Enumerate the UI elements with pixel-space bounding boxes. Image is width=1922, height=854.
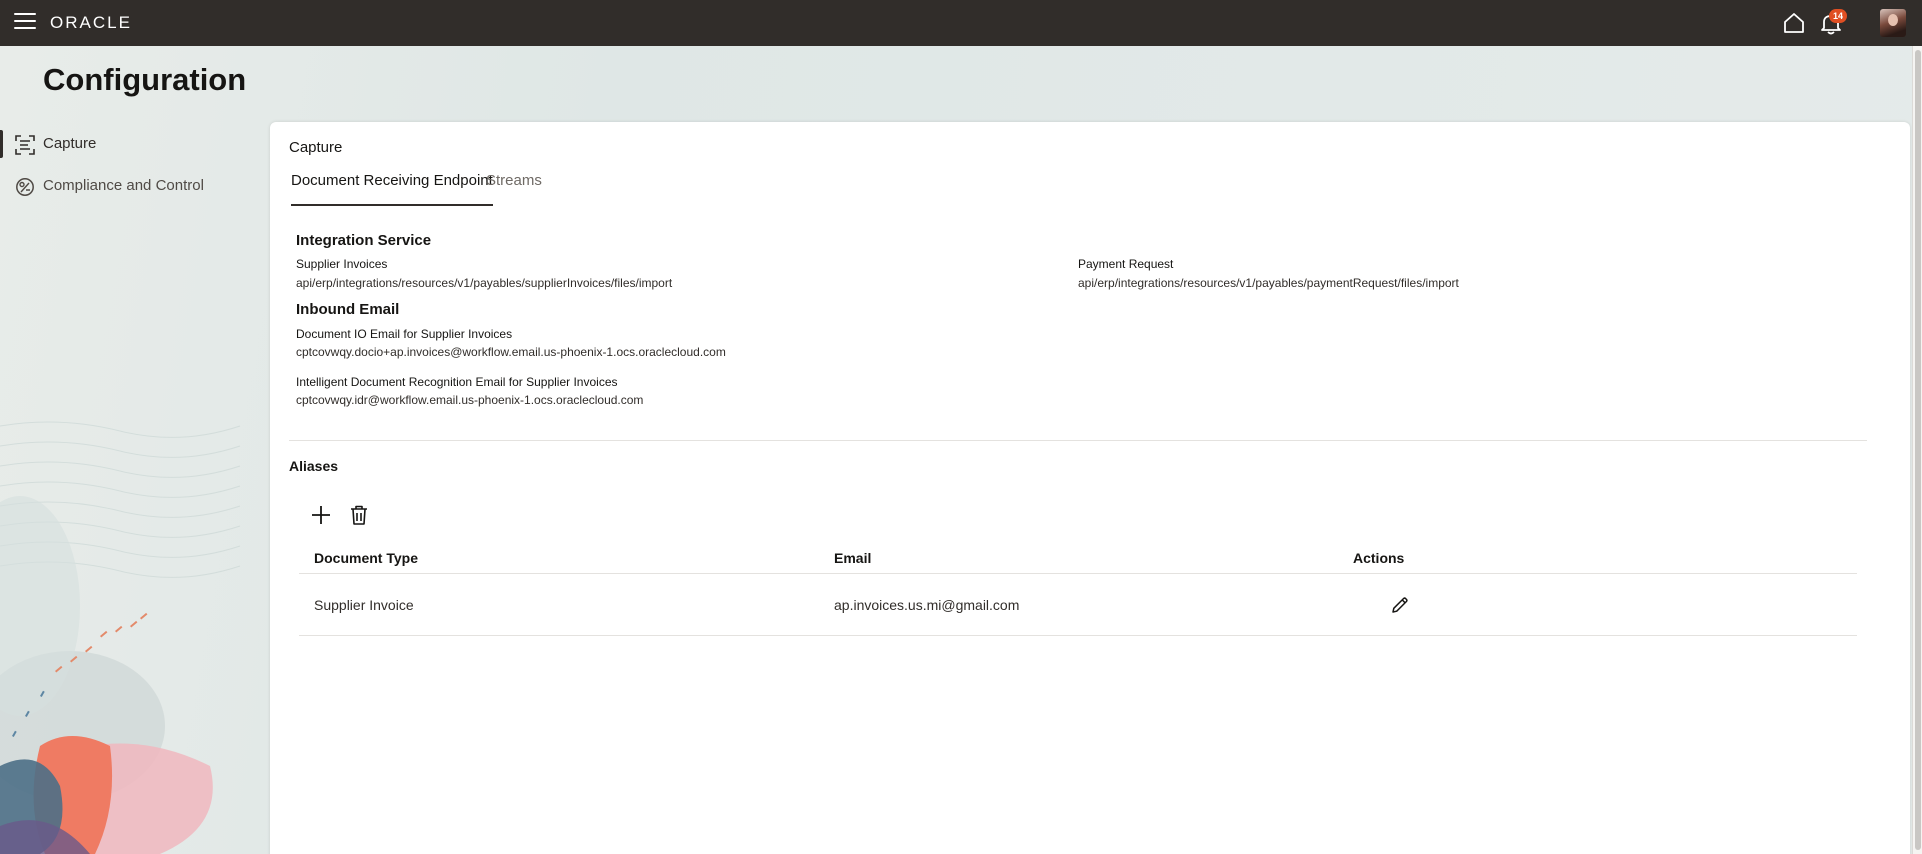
payment-request-endpoint: api/erp/integrations/resources/v1/payabl… <box>1078 276 1459 290</box>
sidebar-item-capture[interactable]: Capture <box>0 126 260 162</box>
oracle-logo[interactable]: ORACLE <box>50 13 132 33</box>
tab-streams[interactable]: Streams <box>486 170 542 206</box>
sidebar-item-label: Compliance and Control <box>43 177 204 194</box>
compliance-icon <box>16 178 34 196</box>
scrollbar-thumb[interactable] <box>1915 50 1921 850</box>
cell-email: ap.invoices.us.mi@gmail.com <box>834 597 1020 613</box>
aliases-heading: Aliases <box>289 458 339 474</box>
tab-document-receiving-endpoint[interactable]: Document Receiving Endpoint <box>291 170 493 206</box>
notifications-badge: 14 <box>1829 9 1848 23</box>
active-indicator <box>0 130 3 158</box>
supplier-invoices-endpoint: api/erp/integrations/resources/v1/payabl… <box>296 276 673 290</box>
inbound-email-heading: Inbound Email <box>296 301 400 318</box>
sidebar-item-label: Capture <box>43 135 97 152</box>
integration-service-heading: Integration Service <box>296 232 432 249</box>
column-header-email[interactable]: Email <box>834 550 871 566</box>
column-header-document-type[interactable]: Document Type <box>314 550 418 566</box>
user-avatar[interactable] <box>1880 9 1906 37</box>
page-title: Configuration <box>43 62 247 97</box>
sidebar-item-compliance-and-control[interactable]: Compliance and Control <box>0 168 260 204</box>
idr-email-value: cptcovwqy.idr@workflow.email.us-phoenix-… <box>296 393 644 407</box>
delete-alias-button[interactable] <box>344 500 374 530</box>
panel-title: Capture <box>289 139 343 156</box>
capture-icon <box>15 135 35 155</box>
home-icon[interactable] <box>1782 11 1806 35</box>
aliases-table-header: Document Type Email Actions <box>299 542 1857 574</box>
idr-email-label: Intelligent Document Recognition Email f… <box>296 375 618 389</box>
table-row[interactable]: Supplier Invoice ap.invoices.us.mi@gmail… <box>299 574 1857 636</box>
document-io-email-label: Document IO Email for Supplier Invoices <box>296 327 513 341</box>
section-divider <box>289 440 1867 441</box>
column-header-actions: Actions <box>1353 550 1405 566</box>
top-bar: ORACLE 14 <box>0 0 1922 46</box>
page-scrollbar[interactable] <box>1912 46 1922 854</box>
payment-request-label: Payment Request <box>1078 257 1174 271</box>
main-panel: Capture Document Receiving Endpoint Stre… <box>270 122 1910 854</box>
pencil-icon <box>1392 597 1408 613</box>
cell-document-type: Supplier Invoice <box>314 597 414 613</box>
edit-alias-button[interactable] <box>1385 590 1415 620</box>
hamburger-menu-icon[interactable] <box>14 13 36 33</box>
trash-icon <box>351 505 367 525</box>
supplier-invoices-label: Supplier Invoices <box>296 257 388 271</box>
add-alias-button[interactable] <box>306 500 336 530</box>
plus-icon <box>312 506 330 524</box>
document-io-email-value: cptcovwqy.docio+ap.invoices@workflow.ema… <box>296 345 726 359</box>
